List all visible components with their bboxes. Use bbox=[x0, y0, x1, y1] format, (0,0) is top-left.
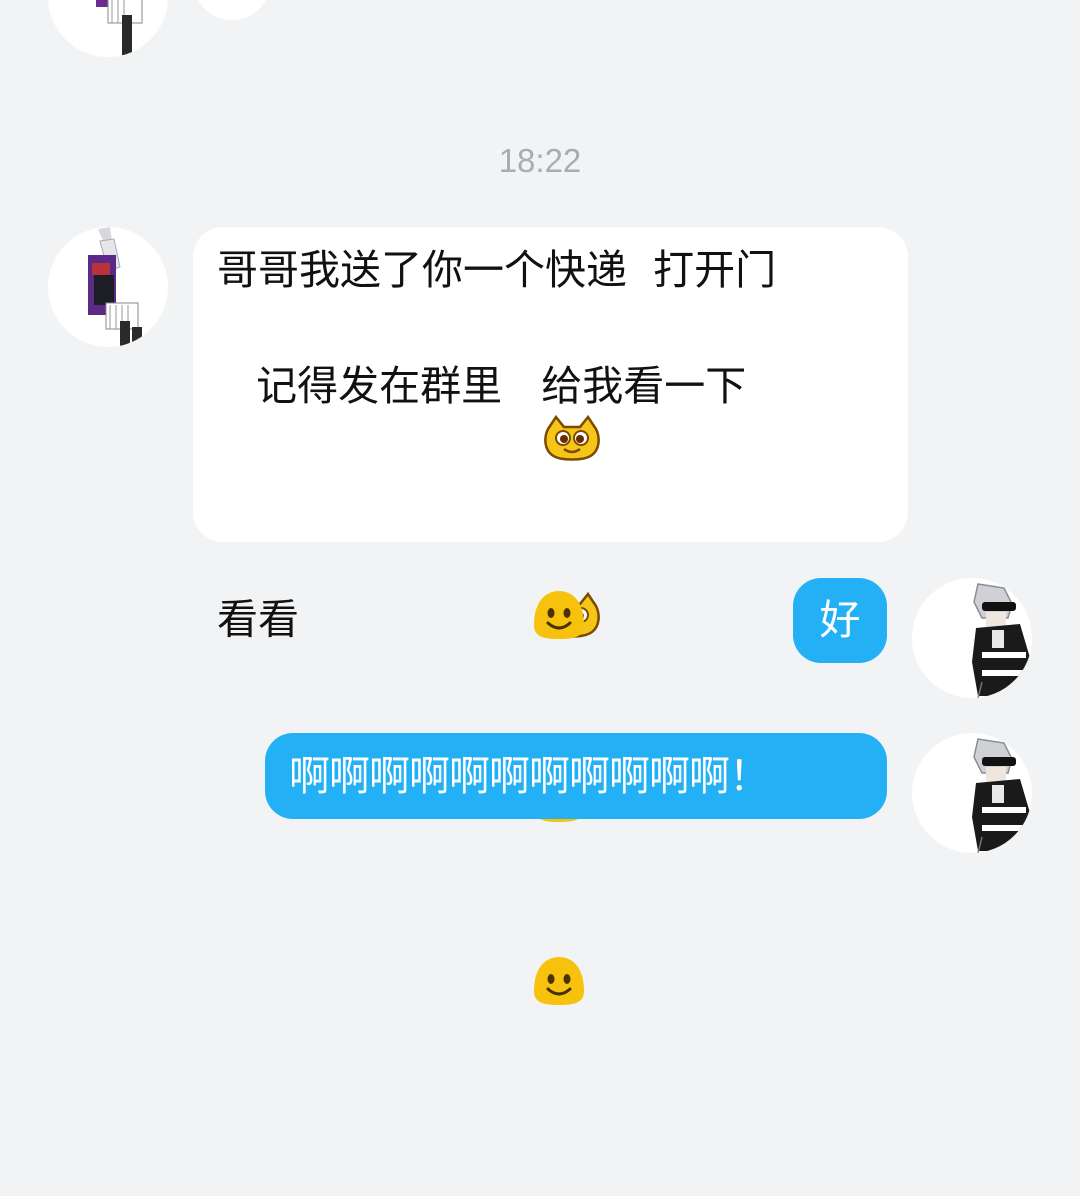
smile-emoji bbox=[399, 531, 587, 714]
contact-avatar[interactable] bbox=[48, 227, 168, 347]
message-text: 看看 bbox=[217, 595, 299, 644]
incoming-message-bubble[interactable]: 哥哥我送了你一个快递 打开门 看看 记得发在群里 给我看一下 bbox=[193, 227, 908, 1005]
chat-view: 18:22 哥哥我送了你一个快递 打开门 看看 记得发在群里 给我看一下 好 啊… bbox=[0, 0, 1080, 1005]
contact-avatar[interactable] bbox=[48, 0, 168, 57]
user-avatar[interactable] bbox=[912, 733, 1032, 853]
previous-message-bubble[interactable] bbox=[193, 0, 271, 20]
message-timestamp: 18:22 bbox=[498, 142, 582, 179]
message-text-line: 记得发在群里 给我看一下 bbox=[217, 362, 747, 410]
message-text: 啊啊啊啊啊啊啊啊啊啊啊！ bbox=[289, 752, 770, 800]
message-text-line: 看看 bbox=[217, 299, 884, 815]
message-text-line: 哥哥我送了你一个快递 打开门 bbox=[217, 246, 777, 294]
outgoing-message-bubble[interactable]: 好 bbox=[793, 578, 887, 663]
outgoing-message-bubble[interactable]: 啊啊啊啊啊啊啊啊啊啊啊！ bbox=[265, 733, 887, 819]
user-avatar[interactable] bbox=[912, 578, 1032, 698]
message-text: 好 bbox=[819, 596, 861, 644]
smile-emoji bbox=[399, 897, 587, 1080]
